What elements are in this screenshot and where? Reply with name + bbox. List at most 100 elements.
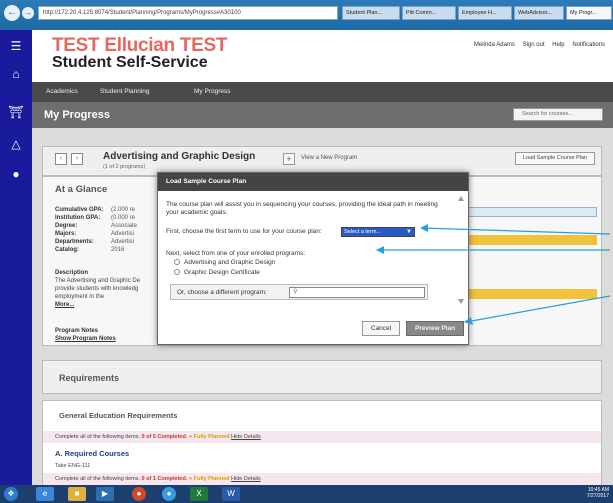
breadcrumb: Academics Student Planning My Progress <box>32 82 613 102</box>
term-select-value: Select a term... <box>344 229 381 235</box>
search-icon: ⚲ <box>293 289 298 295</box>
chrome-icon[interactable]: ● <box>162 487 176 501</box>
program-radio-advertising[interactable]: Advertising and Graphic Design <box>174 259 275 266</box>
completed-count: 0 of 1 Completed. <box>141 476 188 482</box>
sign-out-link[interactable]: Sign out <box>523 42 545 48</box>
menu-academics[interactable]: Academics <box>46 88 78 95</box>
requirement-status: Complete all of the following items. 0 o… <box>43 473 601 485</box>
description-line: employment in the <box>55 294 105 300</box>
cancel-button[interactable]: Cancel <box>362 321 400 336</box>
bank-icon[interactable]: ⛩ <box>8 104 24 120</box>
program-search-input[interactable]: ⚲ <box>289 287 425 298</box>
glance-value: (0.000 re <box>111 215 136 221</box>
site-header: TEST Ellucian TEST Student Self-Service … <box>32 30 613 82</box>
term-select[interactable]: Select a term... ▼ <box>341 227 415 237</box>
load-sample-plan-dialog: Load Sample Course Plan The course plan … <box>157 172 469 345</box>
clock-date: 7/27/2017 <box>586 493 609 499</box>
hide-details-link[interactable]: Hide Details <box>231 476 261 482</box>
progress-bar-cumulative <box>467 207 597 217</box>
browser-toolbar: ← → http://172.20.4.125:8074/Student/Pla… <box>0 0 613 30</box>
graduation-cap-icon[interactable]: △ <box>8 136 24 152</box>
glance-label: Departments: <box>55 239 94 245</box>
preview-plan-button[interactable]: Preview Plan <box>406 321 464 336</box>
back-arrow-icon[interactable]: ← <box>4 5 20 21</box>
completed-count: 0 of 5 Completed. <box>141 434 188 440</box>
glance-label: Catalog: <box>55 247 79 253</box>
user-links: Melinda Adams Sign out Help Notification… <box>468 42 605 48</box>
add-program-icon[interactable]: + <box>283 153 295 165</box>
first-term-label: First, choose the first term to use for … <box>166 228 322 235</box>
windows-taskbar: ❖ e ■ ▶ ● ● X W 10:45 AM 7/27/2017 <box>0 485 613 503</box>
start-button-icon[interactable]: ❖ <box>4 487 18 501</box>
folder-icon[interactable]: ■ <box>68 487 86 501</box>
glance-value: Associate <box>111 223 138 229</box>
glance-row: Institution GPA: (0.000 re <box>55 215 135 221</box>
gen-ed-title: General Education Requirements <box>59 411 178 420</box>
program-radio-certificate[interactable]: Graphic Design Certificate <box>174 269 260 276</box>
word-icon[interactable]: W <box>222 487 240 501</box>
fully-planned-label: Fully Planned <box>193 476 230 482</box>
requirements-title: Requirements <box>59 373 120 383</box>
notifications-link[interactable]: Notifications <box>572 42 605 48</box>
firefox-icon[interactable]: ● <box>132 487 146 501</box>
description-line: provide students with knowledg <box>55 286 139 292</box>
radio-icon[interactable] <box>174 269 180 275</box>
progress-bar-planned <box>467 235 597 245</box>
load-sample-plan-button[interactable]: Load Sample Course Plan <box>515 152 595 165</box>
radio-label: Advertising and Graphic Design <box>184 259 276 266</box>
status-text: Complete all of the following items. <box>55 476 140 482</box>
program-notes-label: Program Notes <box>55 328 99 334</box>
media-icon[interactable]: ▶ <box>96 487 114 501</box>
menu-icon[interactable]: ☰ <box>8 38 24 54</box>
requirements-header: Requirements <box>42 360 602 394</box>
tab-employee[interactable]: Employee H... <box>458 6 512 20</box>
view-new-program-link[interactable]: View a New Program <box>301 155 357 161</box>
system-clock: 10:45 AM 7/27/2017 <box>587 487 609 499</box>
show-notes-link[interactable]: Show Program Notes <box>55 335 116 343</box>
ie-icon[interactable]: e <box>36 487 54 501</box>
radio-icon[interactable] <box>174 259 180 265</box>
excel-icon[interactable]: X <box>190 487 208 501</box>
glance-row: Cumulative GPA: (2.000 re <box>55 207 135 213</box>
glance-value: (2.000 re <box>111 207 136 213</box>
glance-value: Advertisi <box>111 231 135 237</box>
tab-webadvisor[interactable]: WebAdvisor... <box>514 6 564 20</box>
tab-student-plan[interactable]: Student Plan... <box>342 6 400 20</box>
address-bar[interactable]: http://172.20.4.125:8074/Student/Plannin… <box>38 6 338 20</box>
next-program-button[interactable]: › <box>71 153 83 165</box>
chevron-down-icon: ▼ <box>406 229 412 235</box>
section-title: A. Required Courses <box>55 449 130 458</box>
user-icon[interactable]: ● <box>8 166 24 182</box>
hide-details-link[interactable]: Hide Details <box>231 434 261 440</box>
tab-pitt-comm[interactable]: Pitt Comm... <box>402 6 456 20</box>
user-menu[interactable]: Melinda Adams <box>474 42 515 48</box>
glance-label: Degree: <box>55 223 78 229</box>
other-program-label: Or, choose a different program: <box>177 289 267 296</box>
forward-arrow-icon[interactable]: → <box>22 7 34 19</box>
dialog-intro: The course plan will assist you in seque… <box>166 201 438 216</box>
progress-bar-planned <box>467 289 597 299</box>
tab-my-progress[interactable]: My Progr... <box>566 6 612 20</box>
fully-planned-label: Fully Planned <box>193 434 230 440</box>
glance-value: Advertisi <box>111 239 135 245</box>
glance-value: 2016 <box>111 247 125 253</box>
glance-label: Cumulative GPA: <box>55 207 104 213</box>
glance-row: Departments: Advertisi <box>55 239 134 245</box>
brand-subtitle: Student Self-Service <box>52 54 208 71</box>
requirement-status: Complete all of the following items. 0 o… <box>43 431 601 443</box>
menu-my-progress[interactable]: My Progress <box>194 88 230 95</box>
enrolled-programs-label: Next, select from one of your enrolled p… <box>166 250 306 257</box>
glance-label: Majors: <box>55 231 77 237</box>
previous-program-button[interactable]: ‹ <box>55 153 67 165</box>
course-search-input[interactable]: Search for courses... <box>513 108 603 121</box>
help-link[interactable]: Help <box>552 42 564 48</box>
menu-student-planning[interactable]: Student Planning <box>100 88 150 95</box>
dialog-title: Load Sample Course Plan <box>158 173 468 191</box>
description-line: The Advertising and Graphic De <box>55 278 141 284</box>
home-icon[interactable]: ⌂ <box>8 66 24 82</box>
more-link[interactable]: More... <box>55 301 74 309</box>
page-title-bar: My Progress Search for courses... <box>32 102 613 128</box>
dialog-scrollbar[interactable] <box>458 195 464 305</box>
general-education-panel: General Education Requirements Complete … <box>42 400 602 485</box>
fully-planned-icon: ● <box>188 476 193 482</box>
